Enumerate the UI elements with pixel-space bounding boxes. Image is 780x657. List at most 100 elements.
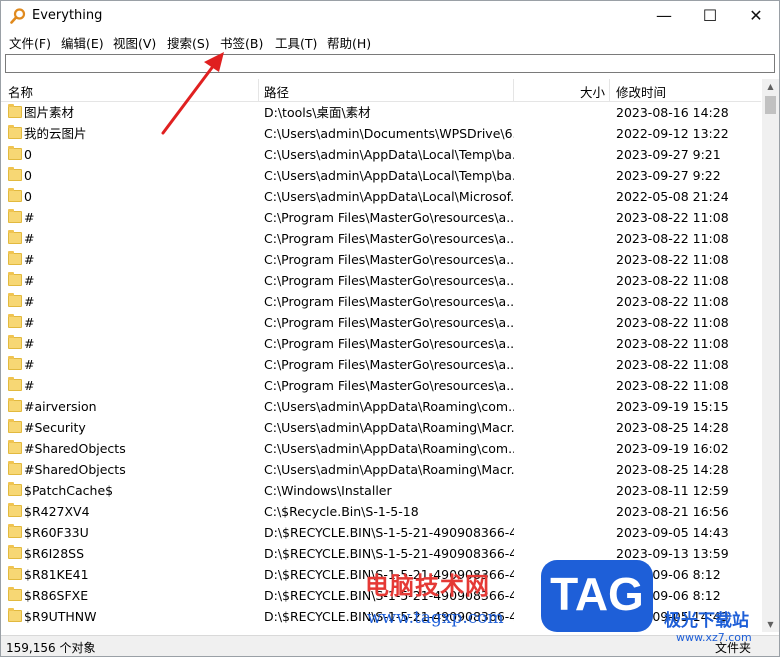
cell-date-modified: 2023-09-27 9:21 xyxy=(616,147,721,162)
vertical-scrollbar[interactable]: ▲ ▼ xyxy=(762,79,779,632)
column-name[interactable]: 名称 xyxy=(8,82,33,101)
cell-name: $PatchCache$ xyxy=(24,483,114,498)
scroll-up-arrow-icon[interactable]: ▲ xyxy=(762,79,779,94)
column-date-modified[interactable]: 修改时间 xyxy=(616,82,666,101)
menu-search[interactable]: 搜索(S) xyxy=(167,33,210,52)
folder-icon xyxy=(8,566,22,580)
table-row[interactable]: 0 C:\Users\admin\AppData\Local\Microsof..… xyxy=(1,186,761,207)
table-row[interactable]: $R9UTHNW D:\$RECYCLE.BIN\S-1-5-21-4909083… xyxy=(1,606,761,627)
cell-name: $R9UTHNW xyxy=(24,609,97,624)
cell-date-modified: 2023-08-22 11:08 xyxy=(616,252,729,267)
menu-help[interactable]: 帮助(H) xyxy=(327,33,371,52)
folder-icon xyxy=(8,167,22,181)
title-bar[interactable]: Everything — ☐ ✕ xyxy=(1,1,779,31)
status-folder-label: 文件夹 xyxy=(715,641,752,655)
cell-path: C:\Users\admin\AppData\Roaming\com.... xyxy=(264,441,514,456)
column-header: 名称 路径 大小 修改时间 xyxy=(1,79,761,102)
magnifier-app-icon xyxy=(10,8,26,24)
cell-name: # xyxy=(24,210,35,225)
cell-date-modified: 2023-09-27 9:22 xyxy=(616,168,721,183)
folder-icon xyxy=(8,440,22,454)
cell-path: D:\$RECYCLE.BIN\S-1-5-21-490908366-4... xyxy=(264,567,514,582)
cell-date-modified: 2023-08-25 14:28 xyxy=(616,462,729,477)
cell-name: # xyxy=(24,231,35,246)
search-input[interactable] xyxy=(5,54,775,73)
column-divider[interactable] xyxy=(513,79,514,101)
cell-date-modified: 2023-09-13 13:59 xyxy=(616,546,729,561)
cell-date-modified: 2023-09-05 14:43 xyxy=(616,525,729,540)
close-button[interactable]: ✕ xyxy=(733,1,779,31)
cell-date-modified: 2023-08-11 12:59 xyxy=(616,483,729,498)
column-divider[interactable] xyxy=(258,79,259,101)
table-row[interactable]: # C:\Program Files\MasterGo\resources\a..… xyxy=(1,207,761,228)
status-bar: 159,156 个对象 文件夹 xyxy=(1,635,779,656)
cell-date-modified: 2022-09-12 13:22 xyxy=(616,126,729,141)
cell-name: 0 xyxy=(24,168,32,183)
maximize-button[interactable]: ☐ xyxy=(687,1,733,31)
table-row[interactable]: # C:\Program Files\MasterGo\resources\a..… xyxy=(1,375,761,396)
cell-path: D:\$RECYCLE.BIN\S-1-5-21-490908366-4... xyxy=(264,588,514,603)
cell-name: # xyxy=(24,294,35,309)
table-row[interactable]: # C:\Program Files\MasterGo\resources\a..… xyxy=(1,333,761,354)
table-row[interactable]: 0 C:\Users\admin\AppData\Local\Temp\ba...… xyxy=(1,144,761,165)
table-row[interactable]: # C:\Program Files\MasterGo\resources\a..… xyxy=(1,291,761,312)
folder-icon xyxy=(8,398,22,412)
column-size[interactable]: 大小 xyxy=(580,82,605,101)
cell-date-modified: 2023-08-22 11:08 xyxy=(616,378,729,393)
menu-edit[interactable]: 编辑(E) xyxy=(61,33,104,52)
menu-file[interactable]: 文件(F) xyxy=(9,33,51,52)
table-row[interactable]: #airversion C:\Users\admin\AppData\Roamin… xyxy=(1,396,761,417)
cell-path: C:\Users\admin\AppData\Roaming\com.... xyxy=(264,399,514,414)
table-row[interactable]: #SharedObjects C:\Users\admin\AppData\Roa… xyxy=(1,438,761,459)
table-row[interactable]: # C:\Program Files\MasterGo\resources\a..… xyxy=(1,228,761,249)
folder-icon xyxy=(8,587,22,601)
scrollbar-thumb[interactable] xyxy=(765,96,776,114)
table-row[interactable]: #Security C:\Users\admin\AppData\Roaming\… xyxy=(1,417,761,438)
cell-date-modified: 2023-08-22 11:08 xyxy=(616,231,729,246)
scroll-down-arrow-icon[interactable]: ▼ xyxy=(762,617,779,632)
table-row[interactable]: 我的云图片 C:\Users\admin\Documents\WPSDrive\6… xyxy=(1,123,761,144)
cell-date-modified: 2023-09-19 15:15 xyxy=(616,399,729,414)
menu-tools[interactable]: 工具(T) xyxy=(275,33,317,52)
cell-path: D:\$RECYCLE.BIN\S-1-5-21-490908366-4... xyxy=(264,525,514,540)
cell-name: # xyxy=(24,315,35,330)
table-row[interactable]: $R86SFXE D:\$RECYCLE.BIN\S-1-5-21-4909083… xyxy=(1,585,761,606)
menu-bar: 文件(F) 编辑(E) 视图(V) 搜索(S) 书签(B) 工具(T) 帮助(H… xyxy=(1,31,779,51)
table-row[interactable]: # C:\Program Files\MasterGo\resources\a..… xyxy=(1,354,761,375)
table-row[interactable]: # C:\Program Files\MasterGo\resources\a..… xyxy=(1,249,761,270)
folder-icon xyxy=(8,482,22,496)
cell-path: C:\Program Files\MasterGo\resources\a... xyxy=(264,357,514,372)
cell-date-modified: 2022-05-08 21:24 xyxy=(616,189,729,204)
folder-icon xyxy=(8,251,22,265)
menu-view[interactable]: 视图(V) xyxy=(113,33,156,52)
folder-icon xyxy=(8,230,22,244)
cell-name: $R6I28SS xyxy=(24,546,85,561)
folder-icon xyxy=(8,188,22,202)
cell-path: C:\Program Files\MasterGo\resources\a... xyxy=(264,252,514,267)
cell-path: C:\Program Files\MasterGo\resources\a... xyxy=(264,273,514,288)
table-row[interactable]: $R6I28SS D:\$RECYCLE.BIN\S-1-5-21-4909083… xyxy=(1,543,761,564)
cell-path: C:\Program Files\MasterGo\resources\a... xyxy=(264,336,514,351)
results-list[interactable]: 图片素材 D:\tools\桌面\素材 2023-08-16 14:28 我的云图片 C… xyxy=(1,102,761,632)
minimize-button[interactable]: — xyxy=(641,1,687,31)
cell-name: $R81KE41 xyxy=(24,567,89,582)
cell-path: C:\Users\admin\AppData\Roaming\Macr... xyxy=(264,462,514,477)
column-divider[interactable] xyxy=(609,79,610,101)
table-row[interactable]: 图片素材 D:\tools\桌面\素材 2023-08-16 14:28 xyxy=(1,102,761,123)
table-row[interactable]: $R60F33U D:\$RECYCLE.BIN\S-1-5-21-4909083… xyxy=(1,522,761,543)
cell-name: 图片素材 xyxy=(24,105,75,120)
cell-path: C:\Program Files\MasterGo\resources\a... xyxy=(264,378,514,393)
cell-name: # xyxy=(24,378,35,393)
table-row[interactable]: # C:\Program Files\MasterGo\resources\a..… xyxy=(1,312,761,333)
folder-icon xyxy=(8,314,22,328)
table-row[interactable]: $R81KE41 D:\$RECYCLE.BIN\S-1-5-21-4909083… xyxy=(1,564,761,585)
table-row[interactable]: $R427XV4 C:\$Recycle.Bin\S-1-5-18 2023-08-… xyxy=(1,501,761,522)
cell-path: D:\$RECYCLE.BIN\S-1-5-21-490908366-4... xyxy=(264,609,514,624)
column-path[interactable]: 路径 xyxy=(264,82,289,101)
table-row[interactable]: #SharedObjects C:\Users\admin\AppData\Roa… xyxy=(1,459,761,480)
menu-bookmarks[interactable]: 书签(B) xyxy=(220,33,263,52)
table-row[interactable]: $PatchCache$ C:\Windows\Installer 2023-08-… xyxy=(1,480,761,501)
folder-icon xyxy=(8,524,22,538)
table-row[interactable]: 0 C:\Users\admin\AppData\Local\Temp\ba...… xyxy=(1,165,761,186)
table-row[interactable]: # C:\Program Files\MasterGo\resources\a..… xyxy=(1,270,761,291)
